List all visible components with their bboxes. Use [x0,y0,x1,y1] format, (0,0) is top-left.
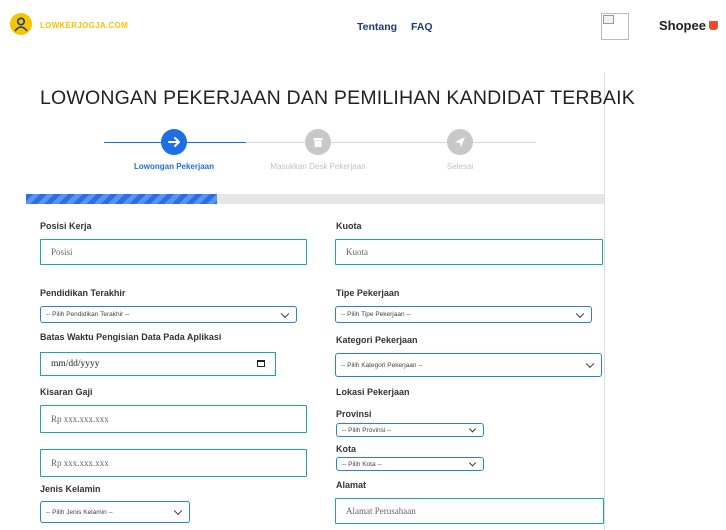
paper-plane-icon [455,137,465,147]
jenis-kelamin-selected: -- Pilih Jenis Kelamin -- [46,508,113,516]
label-kuota: Kuota [336,221,362,231]
pendidikan-select[interactable]: -- Pilih Pendidikan Terakhir -- [40,306,297,323]
folder-icon [313,138,323,147]
jenis-kelamin-select[interactable]: -- Pilih Jenis Kelamin -- [40,501,190,523]
content-divider [604,72,605,530]
provinsi-select[interactable]: -- Pilih Provinsi -- [336,423,484,437]
batas-waktu-date-input[interactable]: mm/dd/yyyy [40,352,276,376]
chevron-down-icon [280,309,290,318]
label-kisaran-gaji: Kisaran Gaji [40,387,93,397]
shopee-link[interactable]: Shopee [659,18,706,33]
brand-logo[interactable] [10,13,32,35]
label-kategori: Kategori Pekerjaan [336,335,418,345]
tipe-selected: -- Pilih Tipe Pekerjaan -- [341,311,411,318]
stepper-line-inactive [246,142,536,143]
user-icon [14,17,28,32]
label-batas-waktu: Batas Waktu Pengisian Data Pada Aplikasi [40,332,222,342]
gaji-min-input[interactable]: Rp xxx.xxx.xxx [40,405,307,433]
label-tipe-pekerjaan: Tipe Pekerjaan [336,288,400,298]
step-3-label: Selesai [446,162,474,171]
step-1-label: Lowongan Pekerjaan [133,162,215,171]
chevron-down-icon [468,425,477,433]
kota-selected: -- Pilih Kota -- [342,460,382,468]
kategori-selected: -- Pilih Kategori Pekerjaan -- [341,361,423,369]
gaji-max-input[interactable]: Rp xxx.xxx.xxx [40,449,307,477]
calendar-icon[interactable] [257,360,265,367]
pendidikan-selected: -- Pilih Pendidikan Terakhir -- [46,311,130,318]
progress-bar [26,194,217,204]
label-kota: Kota [336,444,356,454]
label-posisi: Posisi Kerja [40,221,92,231]
label-provinsi: Provinsi [336,409,372,419]
tipe-pekerjaan-select[interactable]: -- Pilih Tipe Pekerjaan -- [335,306,592,323]
alamat-input[interactable]: Alamat Perusahaan [335,498,604,524]
nav-faq[interactable]: FAQ [411,21,433,33]
label-pendidikan: Pendidikan Terakhir [40,288,126,298]
brand-name[interactable]: LOWKERJOGJA.COM [40,21,128,30]
posisi-input[interactable]: Posisi [40,239,307,265]
chevron-down-icon [585,359,595,369]
kota-select[interactable]: -- Pilih Kota -- [336,457,484,471]
nav-tentang[interactable]: Tentang [357,21,397,33]
page-title: LOWONGAN PEKERJAAN DAN PEMILIHAN KANDIDA… [40,87,635,109]
provinsi-selected: -- Pilih Provinsi -- [342,426,392,434]
label-alamat: Alamat [336,480,367,490]
step-2-circle[interactable] [305,129,331,155]
arrow-right-icon [168,137,180,147]
chevron-down-icon [173,506,183,516]
step-2-label: Masukkan Desk Pekerjaan [270,162,366,171]
step-3-circle[interactable] [447,129,473,155]
broken-image-icon[interactable] [601,13,629,40]
label-jenis-kelamin: Jenis Kelamin [40,484,101,494]
kuota-input[interactable]: Kuota [335,239,603,265]
chevron-down-icon [575,309,585,318]
date-value: mm/dd/yyyy [51,359,100,369]
shopee-bag-icon [709,21,718,30]
kategori-select[interactable]: -- Pilih Kategori Pekerjaan -- [335,353,602,377]
step-1-circle[interactable] [161,129,187,155]
label-lokasi: Lokasi Pekerjaan [336,387,410,397]
chevron-down-icon [468,459,477,467]
